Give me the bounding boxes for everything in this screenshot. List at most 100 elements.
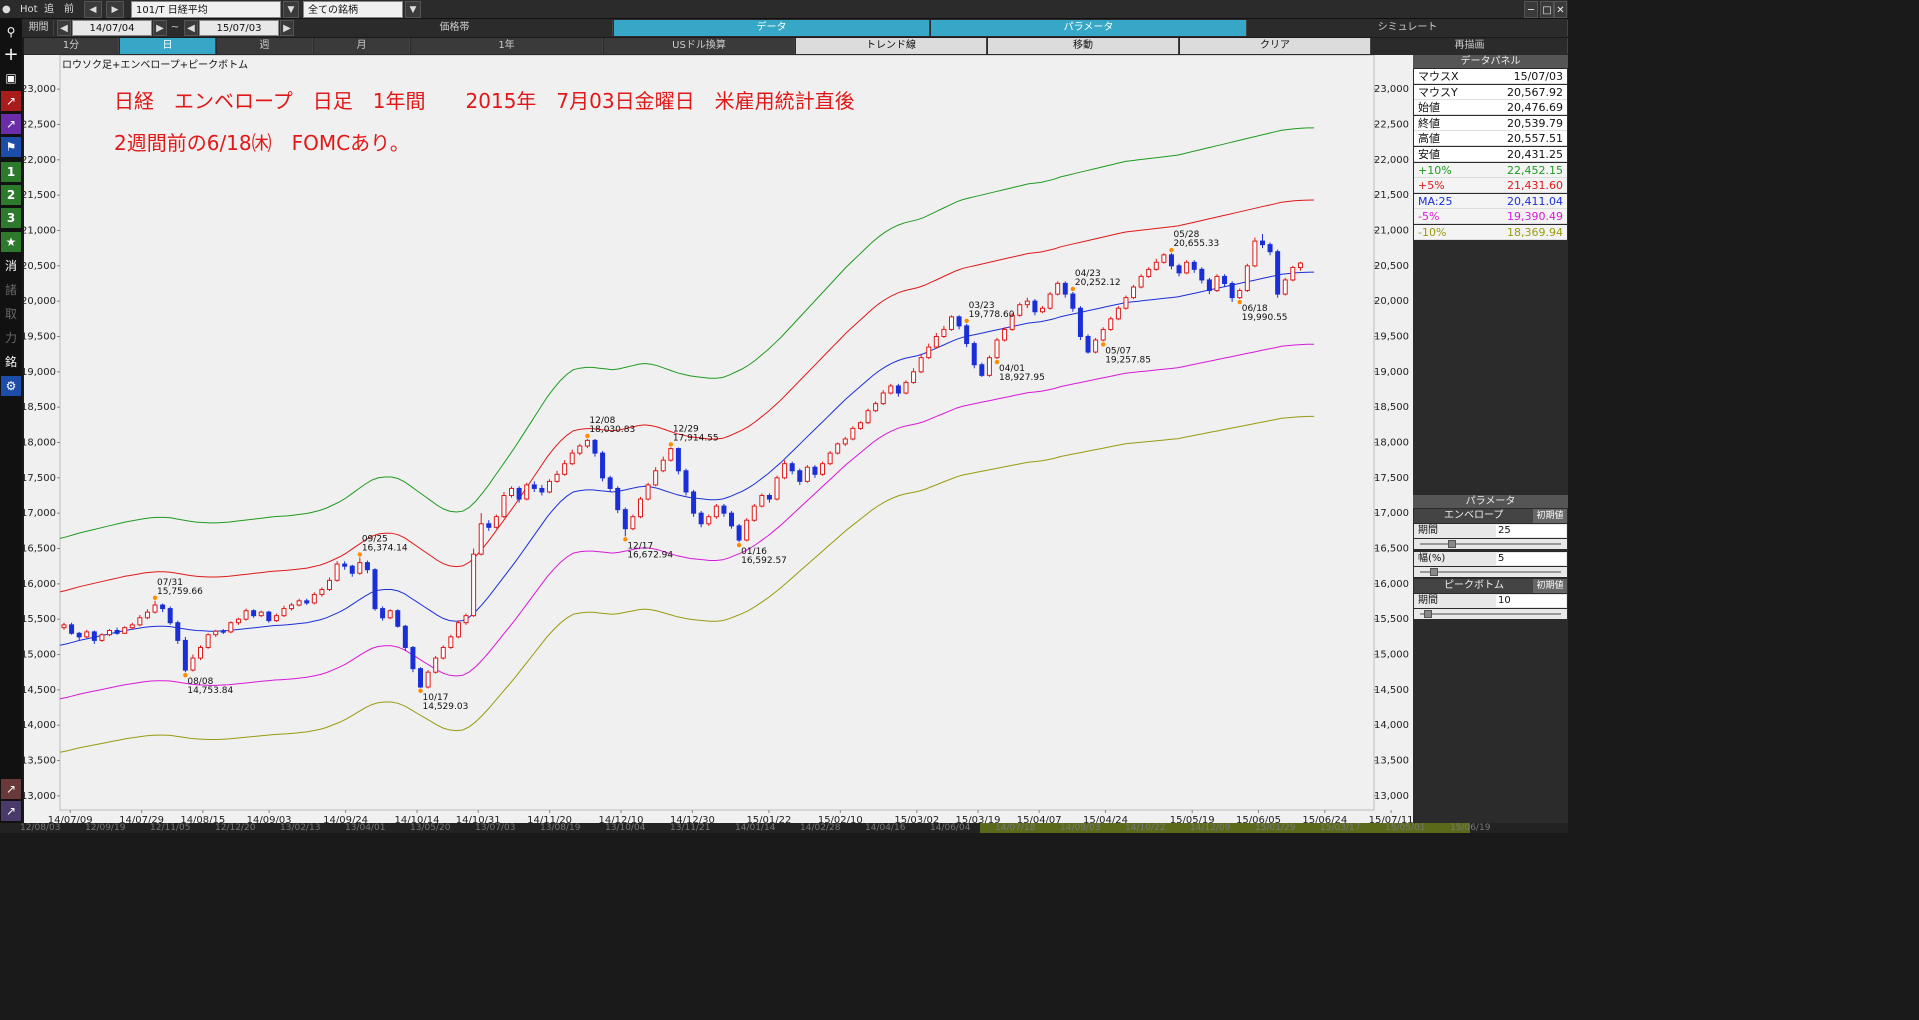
tool-5-button[interactable]: 諸 <box>1 280 21 300</box>
date-to-input[interactable]: 15/07/03 <box>199 20 279 36</box>
universe-select[interactable]: 全ての銘柄 <box>303 1 403 18</box>
move-button[interactable]: 移動 <box>988 38 1179 54</box>
envelope-reset-button[interactable]: 初期値 <box>1533 509 1567 523</box>
tab-price-range[interactable]: 価格帯 <box>297 20 613 36</box>
trendline-button[interactable]: トレンド線 <box>796 38 987 54</box>
data-panel-key: -10% <box>1418 226 1447 239</box>
candle-body <box>911 371 917 383</box>
arrow-right-icon[interactable]: ▶ <box>106 1 124 18</box>
close-icon[interactable]: ✕ <box>1554 1 1567 18</box>
period-param-input[interactable]: 25 <box>1496 525 1566 537</box>
candle-body <box>721 505 727 514</box>
tf-1year[interactable]: 1年 <box>411 38 603 54</box>
tab-data[interactable]: データ <box>614 20 930 36</box>
candle-body <box>941 328 947 337</box>
redraw-button[interactable]: 再描画 <box>1372 38 1568 54</box>
tab-parameters[interactable]: パラメータ <box>931 20 1247 36</box>
overview-date-label: 14/04/16 <box>865 823 906 833</box>
prev-button[interactable]: 前 <box>64 1 80 18</box>
search-icon[interactable]: ⚲ <box>1 22 21 42</box>
tf-1min[interactable]: 1分 <box>24 38 119 54</box>
overview-timeline[interactable]: 12/08/03 12/09/19 12/11/05 12/12/20 13/02/13… <box>0 823 1568 833</box>
gear-icon[interactable]: ⚙ <box>1 376 21 396</box>
hot-button[interactable]: Hot <box>20 1 40 18</box>
tf-weekly[interactable]: 週 <box>217 38 313 54</box>
chart-line-icon[interactable]: ↗ <box>1 91 21 111</box>
candle-body <box>774 477 780 500</box>
candle-body <box>524 484 530 500</box>
peak-reset-button[interactable]: 初期値 <box>1533 579 1567 593</box>
period-slider-knob[interactable] <box>1448 540 1456 548</box>
y-tick-label-left: 21,500 <box>24 190 56 201</box>
stock-button[interactable]: 銘 <box>1 352 21 372</box>
candle-body <box>1222 275 1228 284</box>
y-tick-label-left: 14,500 <box>24 685 56 696</box>
to-next-icon[interactable]: ▶ <box>280 20 294 36</box>
erase-button[interactable]: 消 <box>1 256 21 276</box>
candle-body <box>964 325 970 345</box>
candle-body <box>205 634 211 648</box>
candle-body <box>418 668 424 688</box>
peak-slider-knob[interactable] <box>1424 610 1432 618</box>
from-prev-icon[interactable]: ◀ <box>57 20 71 36</box>
peak-slider[interactable] <box>1414 609 1567 619</box>
candle-body <box>1032 300 1038 313</box>
to-prev-icon[interactable]: ◀ <box>184 20 198 36</box>
data-panel-row: -10% 18,369.94 <box>1414 225 1567 240</box>
preset-3-button[interactable]: 3 <box>1 208 21 228</box>
candle-body <box>956 316 962 327</box>
maximize-icon[interactable]: □ <box>1540 1 1554 18</box>
app-root: ● Hot 追 前 ◀ ▶ 101/T 日経平均 ▼ 全ての銘柄 ▼ ─ □ ✕… <box>0 0 1568 833</box>
preset-2-button[interactable]: 2 <box>1 185 21 205</box>
chart-compare-icon[interactable]: ↗ <box>1 114 21 134</box>
usd-convert-button[interactable]: USドル換算 <box>604 38 795 54</box>
overview-date-label: 13/08/19 <box>540 823 581 833</box>
candle-body <box>637 498 643 518</box>
y-tick-label-left: 14,000 <box>24 720 56 731</box>
minimize-icon[interactable]: ─ <box>1524 1 1538 18</box>
width-slider[interactable] <box>1414 567 1567 577</box>
from-next-icon[interactable]: ▶ <box>153 20 167 36</box>
data-panel-row: -5% 19,390.49 <box>1414 209 1567 225</box>
arrow-left-icon[interactable]: ◀ <box>84 1 102 18</box>
peak-value-label: 16,672.94 <box>627 550 673 560</box>
candle-body <box>258 611 264 617</box>
candle-body <box>903 381 909 394</box>
candle-body <box>220 630 226 633</box>
width-param-input[interactable]: 5 <box>1496 553 1566 565</box>
clear-button[interactable]: クリア <box>1180 38 1371 54</box>
crosshair-icon[interactable]: + <box>1 45 21 65</box>
candle-body <box>501 495 507 518</box>
period-slider[interactable] <box>1414 539 1567 549</box>
tf-monthly[interactable]: 月 <box>314 38 410 54</box>
right-panel: データパネル マウスX 15/07/03 マウスY 20,567.92 始値 20,476… <box>1413 55 1568 833</box>
width-slider-knob[interactable] <box>1430 568 1438 576</box>
star-icon[interactable]: ★ <box>1 232 21 252</box>
candle-body <box>1199 268 1205 281</box>
mini-compare-icon[interactable]: ↗ <box>1 801 21 821</box>
universe-dropdown-icon[interactable]: ▼ <box>405 1 421 18</box>
symbol-field[interactable]: 101/T 日経平均 <box>131 1 281 18</box>
flag-icon[interactable]: ⚑ <box>1 137 21 157</box>
tool-7-button[interactable]: 力 <box>1 328 21 348</box>
y-tick-label-right: 13,000 <box>1374 791 1409 802</box>
candle-body <box>463 615 469 624</box>
tool-6-button[interactable]: 取 <box>1 304 21 324</box>
preset-1-button[interactable]: 1 <box>1 162 21 182</box>
tf-daily[interactable]: 日 <box>120 38 216 54</box>
follow-button[interactable]: 追 <box>44 1 60 18</box>
symbol-dropdown-icon[interactable]: ▼ <box>283 1 299 18</box>
price-chart[interactable]: 13,000 13,000 13,500 13,500 14,000 14,000 14,5… <box>24 55 1413 833</box>
bulb-icon[interactable]: ● <box>2 1 14 18</box>
candle-body <box>395 610 401 627</box>
peak-period-input[interactable]: 10 <box>1496 595 1566 607</box>
candle-body <box>1138 275 1144 288</box>
candle-body <box>1108 318 1114 330</box>
tab-simulate[interactable]: シミュレート <box>1248 20 1568 36</box>
candle-body <box>289 604 295 610</box>
camera-icon[interactable]: ▣ <box>1 68 21 88</box>
left-toolbar: ⚲ + ▣ ↗ ↗ ⚑ 1 2 3 ★ 消 諸 取 力 銘 ⚙ ↗ ↗ <box>0 19 22 833</box>
mini-chart-icon[interactable]: ↗ <box>1 779 21 799</box>
date-from-input[interactable]: 14/07/04 <box>72 20 152 36</box>
y-tick-label-right: 18,500 <box>1374 402 1409 413</box>
